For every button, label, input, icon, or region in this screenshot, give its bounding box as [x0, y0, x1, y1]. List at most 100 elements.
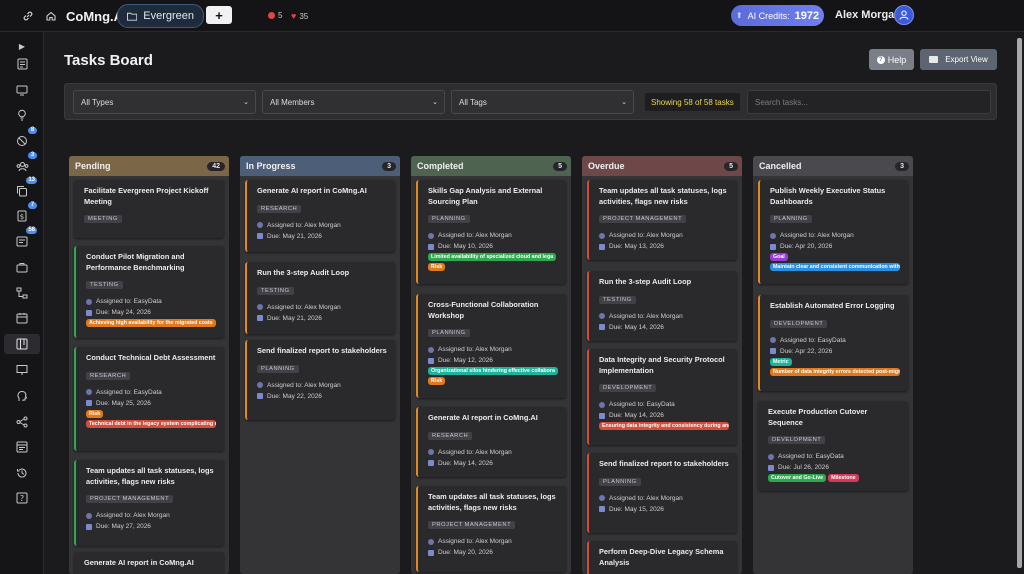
help-button[interactable]: ? Help: [869, 49, 914, 70]
svg-text:?: ?: [20, 494, 24, 503]
calendar-icon: [257, 393, 263, 399]
team-icon: [16, 161, 28, 171]
column-cancelled: Cancelled 3 Publish Weekly Executive Statu…: [753, 156, 913, 574]
task-label-pill[interactable]: Limited availability of specialized clou…: [428, 253, 557, 261]
task-title: Team updates all task statuses, logs act…: [86, 466, 214, 486]
link-icon[interactable]: [20, 8, 36, 24]
sidebar-item-workflow[interactable]: [12, 283, 32, 303]
sidebar-item-calendar[interactable]: [12, 308, 32, 328]
sidebar-item-ideas[interactable]: [12, 105, 32, 125]
column-count-badge: 5: [553, 161, 567, 171]
task-label-pill[interactable]: Goal: [770, 253, 788, 261]
task-label-pill[interactable]: Milestone: [828, 474, 859, 482]
calendar-icon: [599, 324, 605, 330]
task-card[interactable]: Perform Deep-Dive Legacy Schema Analysis: [587, 541, 737, 574]
task-card[interactable]: Send finalized report to stakeholders PLA…: [245, 340, 395, 420]
workspace-selector[interactable]: Evergreen: [117, 4, 204, 28]
tag-filter-value: All Tags: [459, 97, 487, 107]
sidebar-item-network[interactable]: [12, 412, 32, 432]
task-card[interactable]: Generate AI report in CoMng.AI: [74, 552, 224, 574]
sidebar-item-history[interactable]: [12, 463, 32, 483]
task-card[interactable]: Team updates all task statuses, logs act…: [587, 180, 737, 260]
task-label-pill[interactable]: Technical debt in the legacy system comp…: [86, 419, 216, 428]
sidebar-item-reports[interactable]: [12, 360, 32, 380]
export-view-button[interactable]: Export View: [920, 49, 997, 70]
task-label-pill[interactable]: Number of data integrity errors detected…: [770, 367, 900, 376]
sidebar-item-documents[interactable]: 13: [12, 177, 37, 201]
sidebar-item-help[interactable]: ?: [12, 488, 32, 508]
task-title: Send finalized report to stakeholders: [599, 459, 729, 468]
page-scrollbar[interactable]: [1015, 32, 1024, 574]
avatar[interactable]: [894, 5, 914, 25]
task-labels: Cutover and Go-Live Milestone: [768, 474, 900, 482]
task-card[interactable]: Team updates all task statuses, logs act…: [416, 486, 566, 572]
task-label-pill[interactable]: Risk: [428, 263, 446, 271]
sidebar-item-ai[interactable]: [12, 386, 32, 406]
sidebar-item-notes[interactable]: [12, 437, 32, 457]
task-label-pill[interactable]: Ensuring data integrity and consistency …: [599, 422, 729, 430]
task-due-date: Due: May 22, 2026: [257, 393, 387, 400]
task-card[interactable]: Facilitate Evergreen Project Kickoff Mee…: [74, 180, 224, 238]
type-filter-select[interactable]: All Types ⌄: [73, 90, 256, 114]
add-button[interactable]: +: [206, 6, 232, 24]
task-card[interactable]: Generate AI report in CoMng.AI RESEARCH As…: [416, 407, 566, 477]
task-due-date: Due: May 14, 2026: [599, 324, 729, 331]
task-assignee: Assigned to: Alex Morgan: [599, 232, 729, 239]
kanban-board: Pending 42 Facilitate Evergreen Project Ki…: [69, 156, 929, 574]
chevron-down-icon: ⌄: [621, 99, 627, 106]
task-assignee: Assigned to: EasyData: [770, 337, 900, 344]
question-icon: ?: [16, 492, 28, 504]
scrollbar-thumb[interactable]: [1017, 38, 1022, 568]
task-card[interactable]: Generate AI report in CoMng.AI RESEARCH As…: [245, 180, 395, 252]
ai-credits-badge[interactable]: ⬆ AI Credits: 1972: [731, 5, 824, 26]
person-icon: [770, 232, 776, 239]
task-card[interactable]: Establish Automated Error Logging DEVELOP…: [758, 295, 908, 391]
sidebar-item-checklist[interactable]: 58: [12, 227, 37, 251]
task-category-tag: TESTING: [257, 286, 294, 295]
task-label-pill[interactable]: Maintain clear and consistent communicat…: [770, 263, 900, 271]
expand-sidebar-icon[interactable]: ▶: [12, 36, 32, 56]
task-card[interactable]: Conduct Technical Debt Assessment RESEARC…: [74, 347, 224, 451]
presentation-icon: [16, 365, 28, 375]
due-date-text: Due: May 10, 2026: [438, 243, 493, 250]
task-card[interactable]: Cross-Functional Collaboration Workshop P…: [416, 294, 566, 398]
sidebar-item-finance[interactable]: $ 7: [12, 202, 37, 226]
sidebar-item-tasks-board[interactable]: [4, 334, 40, 354]
task-label-pill[interactable]: Organizational silos hindering effective…: [428, 367, 558, 375]
task-card[interactable]: Publish Weekly Executive Status Dashboar…: [758, 180, 908, 284]
task-title: Publish Weekly Executive Status Dashboar…: [770, 186, 886, 206]
sidebar-item-team[interactable]: 3: [12, 152, 37, 176]
due-date-text: Due: May 21, 2026: [267, 232, 322, 240]
user-name[interactable]: Alex Morgan: [835, 9, 901, 21]
checklist-icon: [16, 236, 28, 246]
search-input[interactable]: Search tasks...: [747, 90, 991, 114]
task-card[interactable]: Run the 3-step Audit Loop TESTING Assigned…: [587, 271, 737, 341]
sidebar-item-tasks-list[interactable]: [12, 54, 32, 74]
due-date-text: Due: May 22, 2026: [267, 392, 322, 400]
tag-filter-select[interactable]: All Tags ⌄: [451, 90, 634, 114]
task-card[interactable]: Run the 3-step Audit Loop TESTING Assigned…: [245, 262, 395, 334]
dollar-file-icon: $: [17, 210, 27, 222]
task-card[interactable]: Team updates all task statuses, logs act…: [74, 460, 224, 546]
home-icon[interactable]: [43, 8, 59, 24]
person-icon: [599, 313, 605, 319]
question-circle-icon: ?: [876, 55, 885, 64]
sidebar-item-projects[interactable]: [12, 257, 32, 277]
task-label-pill[interactable]: Cutover and Go-Live: [768, 474, 827, 482]
task-label-pill[interactable]: Risk: [86, 409, 104, 418]
sidebar-item-risks[interactable]: 8: [12, 127, 37, 151]
task-label-pill[interactable]: Achieving high availability for the migr…: [86, 319, 216, 327]
task-card[interactable]: Skills Gap Analysis and External Sourcin…: [416, 180, 566, 284]
task-card[interactable]: Conduct Pilot Migration and Performance …: [74, 246, 224, 338]
member-filter-select[interactable]: All Members ⌄: [262, 90, 445, 114]
sidebar-item-messages[interactable]: [12, 80, 32, 100]
task-card[interactable]: Send finalized report to stakeholders PLA…: [587, 453, 737, 533]
task-card[interactable]: Data Integrity and Security Protocol Imp…: [587, 349, 737, 445]
task-category-tag: DEVELOPMENT: [770, 319, 828, 328]
task-label-pill[interactable]: Metric: [770, 357, 792, 366]
calendar-icon: [770, 348, 776, 354]
task-label-pill[interactable]: Risk: [428, 377, 446, 385]
task-card[interactable]: Execute Production Cutover Sequence DEVEL…: [758, 401, 908, 491]
person-icon: [428, 346, 434, 353]
column-completed: Completed 5 Skills Gap Analysis and Extern…: [411, 156, 571, 574]
